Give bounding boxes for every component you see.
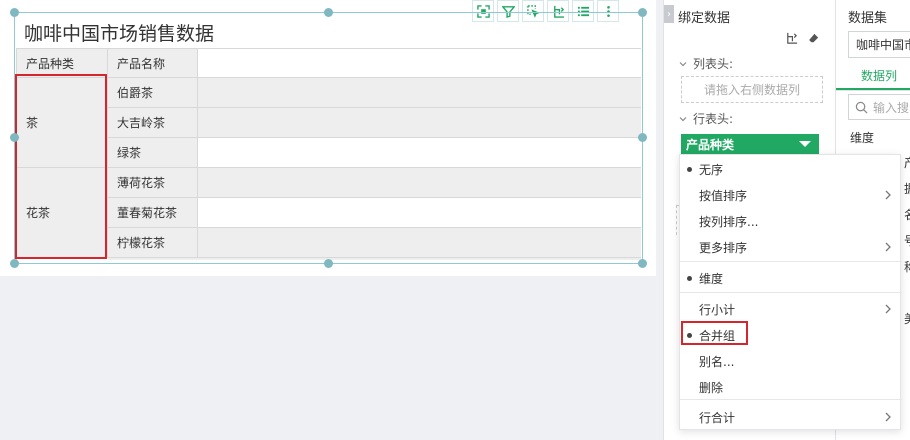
- row-field-tag[interactable]: 产品种类: [681, 134, 819, 154]
- chevron-down-icon: [679, 61, 687, 66]
- menu-separator: [680, 261, 902, 262]
- eraser-icon[interactable]: [806, 31, 820, 45]
- swap-axis-icon[interactable]: [784, 31, 798, 45]
- menu-item[interactable]: 行合计: [680, 404, 902, 430]
- field-item[interactable]: 美: [904, 310, 910, 327]
- field-label: 产品种类: [686, 137, 735, 152]
- tab-divider: [836, 90, 910, 91]
- menu-item-label: 维度: [699, 271, 724, 286]
- menu-item-label: 行合计: [699, 410, 736, 425]
- column-drop-zone[interactable]: 请拖入右侧数据列: [681, 76, 823, 103]
- resize-handle[interactable]: [638, 133, 647, 142]
- menu-item[interactable]: 行小计: [680, 296, 902, 322]
- row-header-section[interactable]: 行表头:: [678, 110, 733, 127]
- selected-dot-icon: [687, 167, 692, 172]
- dataset-label: 数据集: [848, 11, 888, 26]
- menu-item-label: 别名...: [699, 354, 735, 369]
- menu-item[interactable]: 删除: [680, 374, 902, 400]
- menu-item-label: 更多排序: [699, 240, 748, 255]
- row-field-context-menu: 无序 按值排序 按列排序... 更多排序 维度 行小计 合并组 别名... 删除 行合计: [679, 154, 902, 430]
- menu-item[interactable]: 按列排序...: [680, 208, 902, 234]
- menu-item-label: 行小计: [699, 302, 736, 317]
- menu-item-label: 删除: [699, 380, 724, 395]
- resize-handle[interactable]: [10, 259, 19, 268]
- chevron-right-icon: [885, 304, 891, 314]
- table-widget[interactable]: 咖啡中国市场销售数据 产品种类 产品名称 茶 伯爵茶 大吉岭茶 绿茶 花茶 薄荷…: [0, 0, 656, 276]
- report-canvas: 咖啡中国市场销售数据 产品种类 产品名称 茶 伯爵茶 大吉岭茶 绿茶 花茶 薄荷…: [0, 0, 663, 440]
- selected-dot-icon: [687, 276, 692, 281]
- resize-handle[interactable]: [638, 8, 647, 17]
- resize-handle[interactable]: [10, 133, 19, 142]
- field-item[interactable]: 名: [904, 206, 910, 223]
- resize-handle[interactable]: [324, 259, 333, 268]
- menu-item[interactable]: 按值排序: [680, 182, 902, 208]
- menu-item[interactable]: 无序: [680, 156, 902, 182]
- search-input[interactable]: 输入搜: [848, 94, 910, 120]
- panel-title: 绑定数据: [678, 11, 731, 26]
- dimension-label: 维度: [850, 131, 875, 145]
- menu-item-label: 按列排序...: [699, 214, 759, 229]
- menu-separator: [680, 292, 902, 293]
- chevron-right-icon: [885, 242, 891, 252]
- menu-item[interactable]: 别名...: [680, 348, 902, 374]
- search-icon: [855, 101, 868, 113]
- chevron-down-icon: [679, 116, 687, 121]
- collapse-panel-icon[interactable]: ›: [664, 5, 674, 23]
- field-item[interactable]: 称: [904, 258, 910, 275]
- resize-handle[interactable]: [324, 8, 333, 17]
- selection-frame: [14, 12, 643, 264]
- search-placeholder: 输入搜: [873, 100, 910, 115]
- menu-item-label: 按值排序: [699, 188, 748, 203]
- field-item[interactable]: 产: [904, 154, 910, 171]
- chevron-right-icon: [885, 190, 891, 200]
- dropdown-arrow-icon[interactable]: [799, 141, 811, 147]
- section-label: 行表头:: [693, 112, 734, 126]
- chevron-right-icon: [885, 412, 891, 422]
- resize-handle[interactable]: [10, 8, 19, 17]
- highlight-merge-group: [681, 321, 748, 345]
- section-label: 列表头:: [693, 57, 734, 71]
- field-item[interactable]: 号: [904, 232, 910, 249]
- menu-item[interactable]: 维度: [680, 265, 902, 291]
- tab-data-columns[interactable]: 数据列: [836, 62, 910, 90]
- dataset-select[interactable]: 咖啡中国市场: [848, 31, 910, 58]
- resize-handle[interactable]: [638, 259, 647, 268]
- column-header-section[interactable]: 列表头:: [678, 55, 733, 72]
- field-item[interactable]: 据: [904, 180, 910, 197]
- menu-item-label: 无序: [699, 162, 724, 177]
- menu-item[interactable]: 更多排序: [680, 234, 902, 260]
